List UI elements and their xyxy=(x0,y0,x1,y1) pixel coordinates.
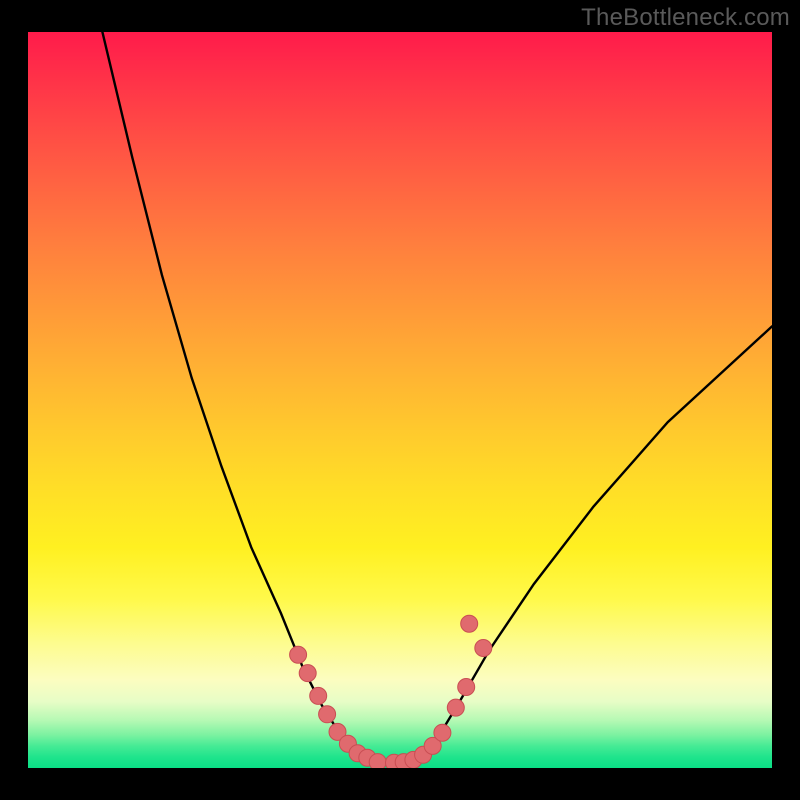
data-point xyxy=(290,646,307,663)
data-point xyxy=(475,640,492,657)
plot-area xyxy=(28,32,772,768)
right-dots xyxy=(386,615,492,768)
data-point xyxy=(461,615,478,632)
watermark-text: TheBottleneck.com xyxy=(581,4,790,32)
left-dots xyxy=(290,646,387,768)
chart-overlay xyxy=(28,32,772,768)
left-curve xyxy=(102,32,362,761)
data-point xyxy=(447,699,464,716)
chart-frame: TheBottleneck.com xyxy=(0,0,800,800)
right-curve xyxy=(419,326,772,760)
data-point xyxy=(458,679,475,696)
data-point xyxy=(434,724,451,741)
data-point xyxy=(319,706,336,723)
data-point xyxy=(369,754,386,768)
data-point xyxy=(310,687,327,704)
data-point xyxy=(299,665,316,682)
